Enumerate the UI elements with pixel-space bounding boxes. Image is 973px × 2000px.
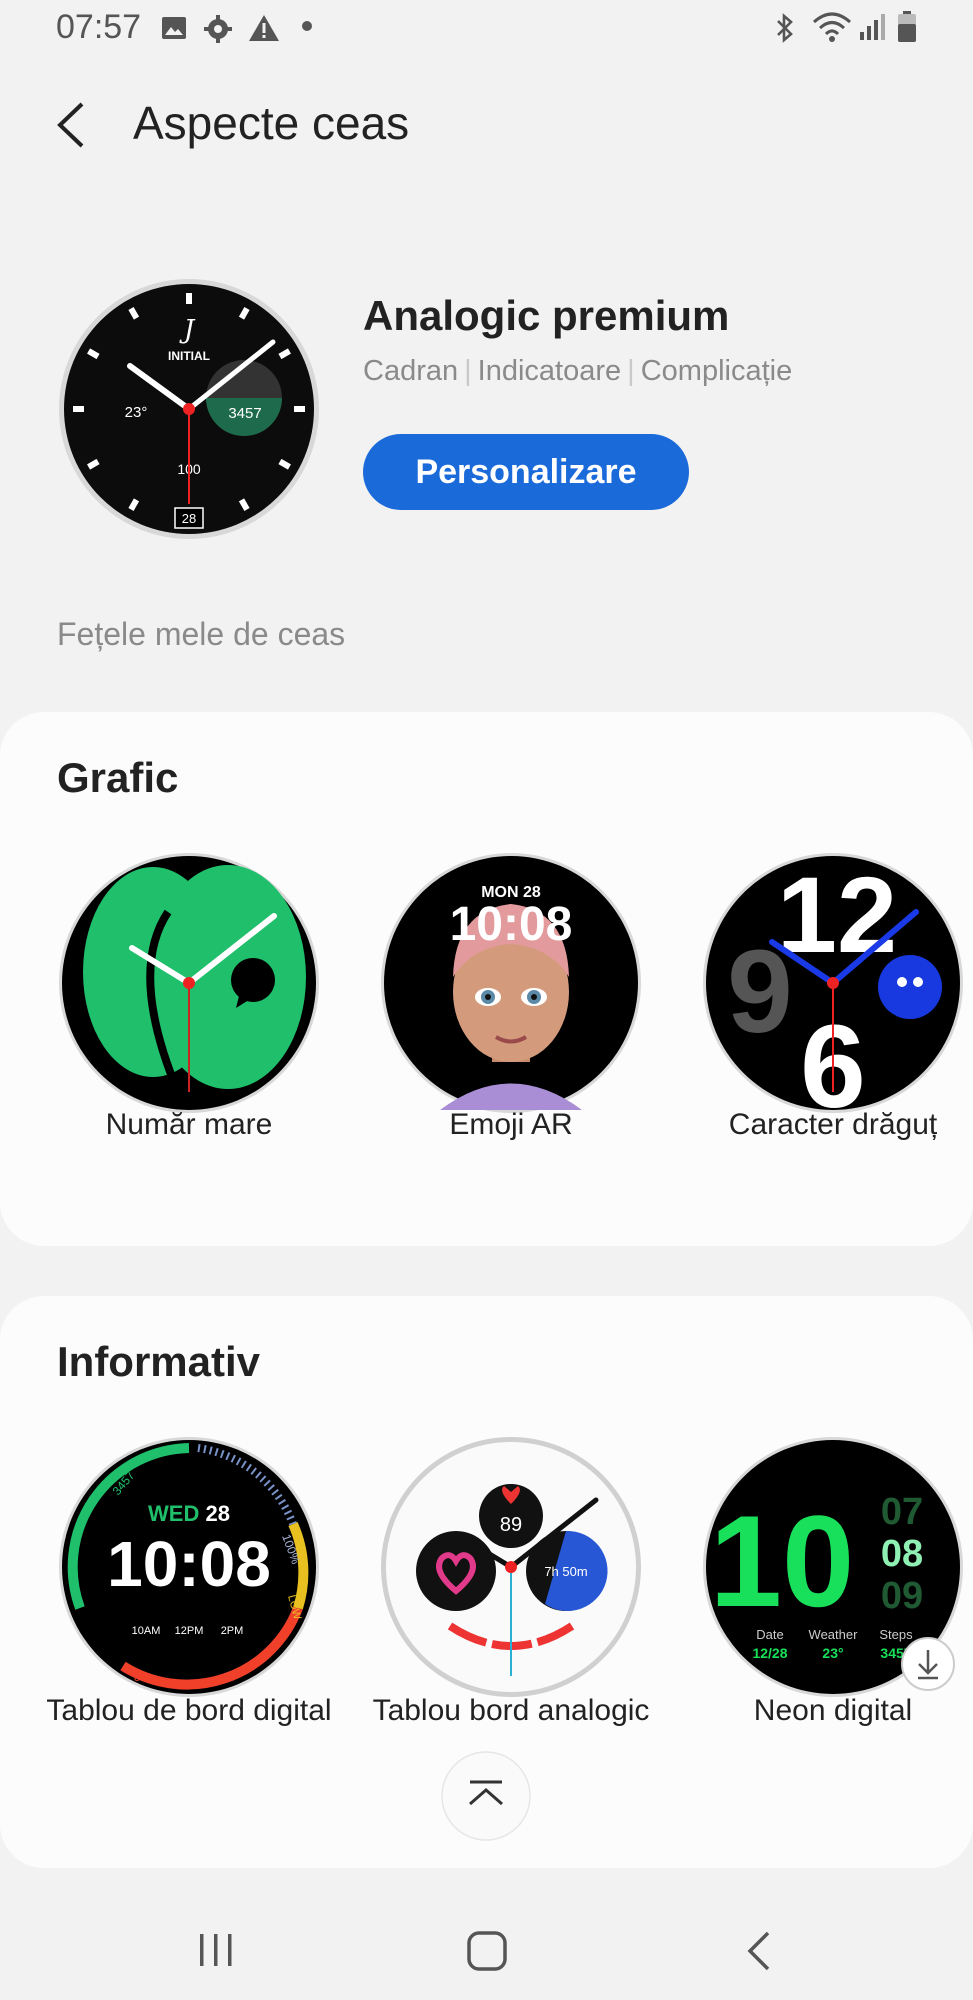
featured-steps: 3457 [228, 405, 261, 422]
neon-v1: 12/28 [752, 1645, 787, 1661]
neon-hour: 10 [710, 1488, 855, 1634]
dash-h1: 10AM [132, 1625, 161, 1637]
gallery-icon [162, 17, 186, 39]
label-tablou-analogic: Tablou bord analogic [372, 1694, 650, 1727]
neon-m2: 08 [881, 1533, 923, 1575]
dash-h3: 2PM [221, 1625, 244, 1637]
emoji-time: 10:08 [450, 898, 573, 951]
home-icon[interactable] [466, 1930, 508, 1972]
notification-dot-icon [302, 21, 312, 31]
featured-watch-face[interactable]: J INITIAL 23° 3457 100 28 [58, 278, 320, 540]
face-caracter-dragut[interactable]: 12 9 6 [702, 852, 964, 1133]
analog-premium-preview: J INITIAL 23° 3457 100 28 [59, 279, 319, 539]
wifi-icon [813, 12, 851, 42]
tag-indicatoare: Indicatoare [477, 355, 622, 387]
bluetooth-icon [777, 13, 793, 43]
status-bar: 07:57 [0, 0, 973, 58]
back-button[interactable] [50, 96, 100, 154]
grafic-card: Grafic Număr mare MON 28 10:08 Emoji AR … [0, 712, 973, 1246]
grafic-title: Grafic [57, 754, 179, 801]
featured-brand: INITIAL [168, 349, 210, 363]
download-icon[interactable] [900, 1636, 956, 1692]
page-title: Aspecte ceas [133, 97, 410, 149]
neon-c1: Date [756, 1627, 783, 1642]
analog-sleep: 7h 50m [544, 1564, 587, 1579]
face-tablou-digital[interactable]: 3457 100% LOW 89 WED 28 10:08 10AM 12PM … [58, 1436, 320, 1698]
svg-text:WED 28: WED 28 [148, 1501, 230, 1526]
neon-m3: 09 [881, 1575, 923, 1617]
dash-val: 89 [134, 1672, 146, 1684]
scroll-to-top-button[interactable] [440, 1750, 532, 1842]
label-neon-digital: Neon digital [753, 1694, 913, 1727]
informativ-title: Informativ [57, 1338, 261, 1385]
label-numar-mare: Număr mare [105, 1108, 273, 1141]
featured-tags: Cadran | Indicatoare | Complicație [363, 355, 793, 387]
tag-cadran: Cadran [363, 355, 459, 387]
face-numar-mare[interactable] [58, 852, 320, 1114]
signal-icon [860, 14, 885, 40]
featured-temp: 23° [125, 404, 148, 421]
dash-date: 28 [205, 1501, 229, 1526]
recents-icon[interactable] [196, 1932, 236, 1968]
label-tablou-digital: Tablou de bord digital [46, 1694, 332, 1727]
label-caracter-dragut: Caracter drăguț [728, 1108, 938, 1141]
analog-heart: 89 [500, 1514, 522, 1536]
tag-complicatie: Complicație [640, 355, 793, 387]
battery-icon [898, 11, 916, 42]
dash-h2: 12PM [175, 1625, 204, 1637]
label-emoji-ar: Emoji AR [449, 1108, 573, 1141]
neon-c2: Weather [809, 1627, 859, 1642]
my-watch-faces-heading: Fețele mele de ceas [57, 616, 346, 652]
status-time: 07:57 [56, 8, 142, 46]
featured-date: 28 [182, 511, 196, 526]
dash-time: 10:08 [107, 1528, 271, 1600]
neon-m1: 07 [881, 1491, 923, 1533]
nav-back-icon[interactable] [744, 1930, 774, 1972]
neon-v2: 23° [822, 1645, 843, 1661]
warning-icon [249, 15, 279, 41]
face-emoji-ar[interactable]: MON 28 10:08 [380, 852, 642, 1114]
face-tablou-analogic[interactable]: 89 7h 50m [380, 1436, 642, 1698]
settings-icon [204, 15, 232, 43]
dash-day: WED [148, 1501, 199, 1526]
customize-button[interactable]: Personalizare [363, 434, 689, 510]
navigation-bar [0, 1880, 973, 2000]
featured-name: Analogic premium [363, 292, 730, 339]
